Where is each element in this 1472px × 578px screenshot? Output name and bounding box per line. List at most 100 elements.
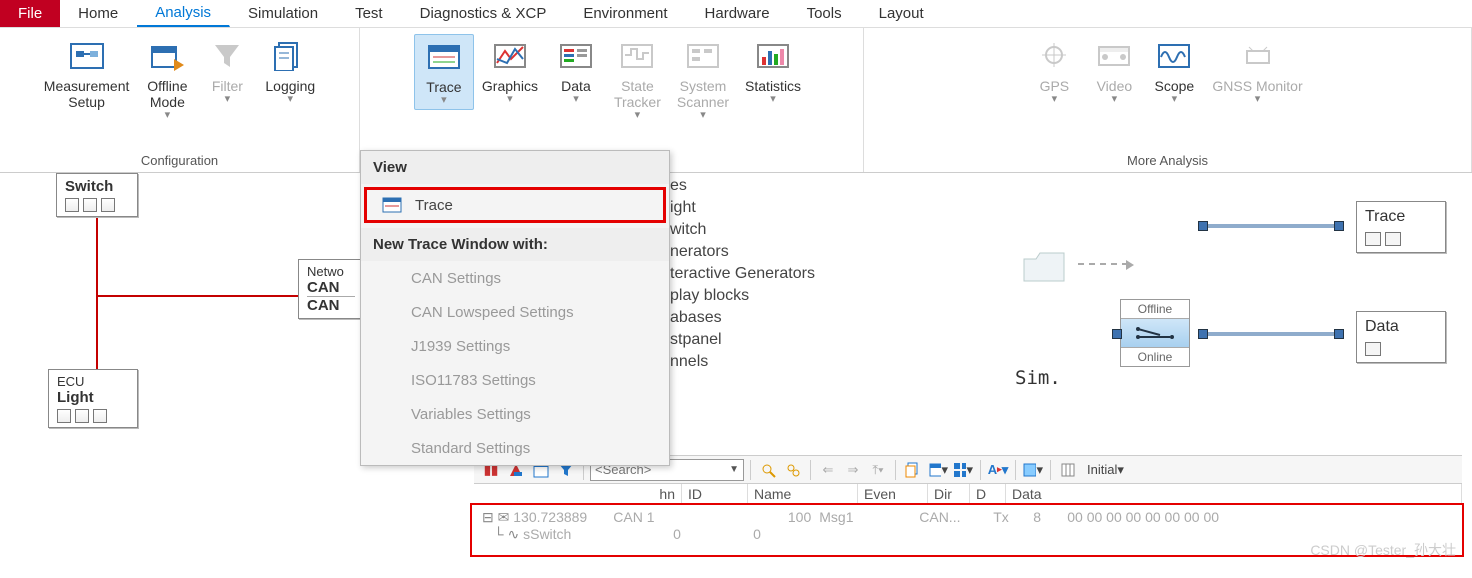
offline-mode-label: Offline Mode — [147, 78, 187, 110]
columns-button[interactable] — [1057, 459, 1079, 481]
logging-icon — [272, 38, 308, 74]
menu-tab-test[interactable]: Test — [337, 0, 402, 27]
menu-tab-home[interactable]: Home — [60, 0, 137, 27]
ribbon-group-more-analysis-label: More Analysis — [864, 151, 1471, 172]
dropdown-caret-icon: ▾ — [1052, 94, 1058, 104]
dropdown-caret-icon: ▾ — [165, 110, 171, 120]
menu-tab-layout[interactable]: Layout — [861, 0, 943, 27]
gnss-monitor-button[interactable]: GNSS Monitor ▾ — [1204, 34, 1310, 108]
dropdown-caret-icon: ▾ — [507, 94, 513, 104]
marker-button[interactable]: ▾ — [1022, 459, 1044, 481]
trace-icon — [426, 39, 462, 75]
scope-icon — [1156, 38, 1192, 74]
node-trace[interactable]: Trace — [1356, 201, 1446, 253]
state-tracker-button[interactable]: State Tracker ▾ — [606, 34, 669, 124]
col-event[interactable]: Even — [858, 484, 928, 504]
node-switch-title: Switch — [65, 178, 129, 195]
export-button[interactable]: ▾ — [927, 459, 949, 481]
logging-button[interactable]: Logging ▾ — [257, 34, 323, 108]
dropdown-can-settings[interactable]: CAN Settings — [361, 261, 669, 295]
table-row[interactable]: ⊟ ✉ 130.723889 CAN 1 100 Msg1 CAN... Tx … — [482, 509, 1452, 526]
dropdown-caret-icon: ▾ — [441, 95, 447, 105]
dropdown-can-lowspeed-settings[interactable]: CAN Lowspeed Settings — [361, 295, 669, 329]
graphics-label: Graphics — [482, 78, 538, 94]
statistics-button[interactable]: Statistics ▾ — [737, 34, 809, 108]
col-id[interactable]: ID — [682, 484, 748, 504]
initial-dropdown[interactable]: Initial ▾ — [1082, 459, 1129, 481]
table-row[interactable]: └ ∿ sSwitch 0 0 — [482, 526, 1452, 543]
node-data-icons — [1365, 342, 1437, 356]
offline-mode-button[interactable]: Offline Mode ▾ — [137, 34, 197, 124]
col-data[interactable]: Data — [1006, 484, 1462, 504]
node-switch[interactable]: Switch — [56, 173, 138, 217]
nav-forward-button[interactable]: ⇒ — [842, 459, 864, 481]
node-network-l1: Netwo — [307, 264, 355, 279]
font-button[interactable]: A▸▾ — [987, 459, 1009, 481]
state-tracker-icon — [619, 38, 655, 74]
dropdown-caret-icon: ▾ — [225, 94, 231, 104]
node-data[interactable]: Data — [1356, 311, 1446, 363]
copy-button[interactable] — [902, 459, 924, 481]
data-icon — [558, 38, 594, 74]
layout-button[interactable]: ▾ — [952, 459, 974, 481]
node-network-l2: CAN — [307, 279, 355, 296]
dropdown-view-header: View — [361, 151, 669, 184]
menu-tab-tools[interactable]: Tools — [789, 0, 861, 27]
menu-tab-analysis[interactable]: Analysis — [137, 0, 230, 27]
expand-icon[interactable]: ⊟ ✉ — [482, 509, 513, 526]
statistics-icon — [755, 38, 791, 74]
scope-label: Scope — [1155, 78, 1195, 94]
data-label: Data — [561, 78, 591, 94]
menu-tab-hardware[interactable]: Hardware — [687, 0, 789, 27]
dropdown-caret-icon: ▾ — [1172, 94, 1178, 104]
col-dlc[interactable]: D — [970, 484, 1006, 504]
offline-online-switch[interactable]: Offline Online — [1120, 299, 1190, 367]
menu-tab-diagnostics[interactable]: Diagnostics & XCP — [402, 0, 566, 27]
nav-up-button[interactable]: ⤒▾ — [867, 459, 889, 481]
video-button[interactable]: Video ▾ — [1084, 34, 1144, 108]
node-ecu-l2: Light — [57, 389, 129, 406]
filter-label: Filter — [212, 78, 243, 94]
port — [1334, 329, 1344, 339]
filter-button[interactable]: Filter ▾ — [197, 34, 257, 108]
sim-label: Sim. — [1015, 367, 1061, 389]
dropdown-trace-label: Trace — [415, 197, 453, 214]
port — [1112, 329, 1122, 339]
dropdown-trace-item[interactable]: Trace — [365, 188, 665, 222]
dropdown-standard-settings[interactable]: Standard Settings — [361, 431, 669, 465]
find-button[interactable] — [757, 459, 779, 481]
menubar: File Home Analysis Simulation Test Diagn… — [0, 0, 1472, 28]
col-chn[interactable]: hn — [474, 484, 682, 504]
find-next-button[interactable] — [782, 459, 804, 481]
menu-tab-environment[interactable]: Environment — [565, 0, 686, 27]
dropdown-iso11783-settings[interactable]: ISO11783 Settings — [361, 363, 669, 397]
data-button[interactable]: Data ▾ — [546, 34, 606, 108]
trace-button[interactable]: Trace ▾ — [414, 34, 474, 110]
gps-label: GPS — [1040, 78, 1070, 94]
node-ecu-light[interactable]: ECU Light — [48, 369, 138, 428]
graphics-button[interactable]: Graphics ▾ — [474, 34, 546, 108]
ribbon: Measurement Setup Offline Mode ▾ Filter … — [0, 28, 1472, 173]
trace-label: Trace — [426, 79, 461, 95]
nav-back-button[interactable]: ⇐ — [817, 459, 839, 481]
node-ecu-icons — [57, 409, 129, 423]
gnss-icon — [1240, 38, 1276, 74]
filter-icon — [209, 38, 245, 74]
dropdown-new-window-header: New Trace Window with: — [361, 228, 669, 261]
node-network[interactable]: Netwo CAN CAN — [298, 259, 364, 319]
menu-tab-simulation[interactable]: Simulation — [230, 0, 337, 27]
graphics-icon — [492, 38, 528, 74]
statistics-label: Statistics — [745, 78, 801, 94]
dropdown-variables-settings[interactable]: Variables Settings — [361, 397, 669, 431]
scope-button[interactable]: Scope ▾ — [1144, 34, 1204, 108]
measurement-setup-button[interactable]: Measurement Setup — [36, 34, 138, 114]
gps-button[interactable]: GPS ▾ — [1024, 34, 1084, 108]
menu-file[interactable]: File — [0, 0, 60, 27]
diagram-canvas[interactable]: Switch Netwo CAN CAN ECU Light es ight w… — [0, 173, 1472, 578]
system-scanner-button[interactable]: System Scanner ▾ — [669, 34, 737, 124]
chevron-down-icon: ▼ — [729, 464, 739, 475]
col-name[interactable]: Name — [748, 484, 858, 504]
dropdown-j1939-settings[interactable]: J1939 Settings — [361, 329, 669, 363]
port — [1334, 221, 1344, 231]
col-dir[interactable]: Dir — [928, 484, 970, 504]
